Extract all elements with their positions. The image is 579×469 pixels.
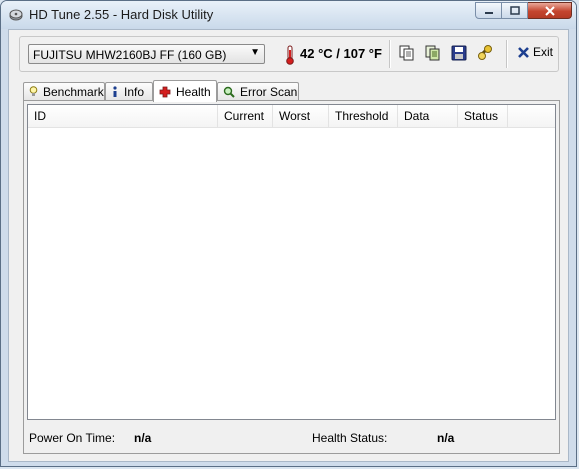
temperature-readout: 42 °C / 107 °F — [300, 46, 382, 61]
copy-icon[interactable] — [398, 44, 416, 62]
chevron-down-icon: ▼ — [250, 47, 260, 58]
magnifier-icon — [223, 86, 235, 98]
power-on-time-value: n/a — [134, 431, 152, 445]
column-header-id[interactable]: ID — [28, 105, 218, 127]
toolbar-separator — [506, 40, 508, 68]
tab-error-scan-label: Error Scan — [240, 84, 298, 99]
health-cross-icon — [159, 86, 171, 97]
tab-benchmark-label: Benchmark — [43, 84, 104, 99]
column-header-current[interactable]: Current — [218, 105, 273, 127]
minimize-button[interactable] — [475, 2, 502, 19]
exit-label: Exit — [533, 45, 554, 59]
info-icon — [113, 85, 117, 97]
tab-health-label: Health — [176, 84, 211, 99]
maximize-button[interactable] — [502, 2, 528, 19]
toolbar-separator — [389, 40, 391, 68]
exit-button[interactable]: Exit — [517, 45, 553, 59]
close-button[interactable] — [528, 2, 572, 19]
client-area: FUJITSU MHW2160BJ FF (160 GB) ▼ 42 °C / … — [8, 29, 569, 462]
tab-error-scan[interactable]: Error Scan — [217, 82, 299, 100]
minimize-icon — [484, 11, 493, 14]
power-on-time-label: Power On Time: — [29, 431, 116, 445]
app-window: HD Tune 2.55 - Hard Disk Utility FUJITSU… — [0, 0, 577, 467]
toolbar: FUJITSU MHW2160BJ FF (160 GB) ▼ 42 °C / … — [19, 36, 559, 72]
maximize-icon — [509, 6, 520, 15]
column-header-threshold[interactable]: Threshold — [329, 105, 398, 127]
exit-icon — [518, 46, 529, 58]
drive-select-value: FUJITSU MHW2160BJ FF (160 GB) — [33, 48, 227, 62]
health-status-value: n/a — [437, 431, 455, 445]
tab-health[interactable]: Health — [153, 80, 217, 102]
title-bar[interactable]: HD Tune 2.55 - Hard Disk Utility — [1, 1, 576, 29]
column-header-data[interactable]: Data — [398, 105, 458, 127]
health-status-label: Health Status: — [312, 431, 388, 445]
tab-info[interactable]: Info — [105, 82, 153, 100]
disk-app-icon — [9, 9, 23, 21]
caption-buttons — [475, 2, 572, 20]
tab-info-label: Info — [124, 84, 145, 99]
tab-benchmark[interactable]: Benchmark — [23, 82, 105, 100]
table-header: ID Current Worst Threshold Data Status — [28, 105, 555, 128]
close-icon — [544, 5, 555, 16]
save-icon[interactable] — [450, 44, 468, 62]
smart-attributes-table[interactable]: ID Current Worst Threshold Data Status — [27, 104, 556, 420]
health-tab-panel: ID Current Worst Threshold Data Status P… — [23, 100, 560, 454]
window-title: HD Tune 2.55 - Hard Disk Utility — [29, 7, 214, 22]
drive-select[interactable]: FUJITSU MHW2160BJ FF (160 GB) ▼ — [28, 44, 265, 64]
copy-all-icon[interactable] — [424, 44, 442, 62]
column-header-worst[interactable]: Worst — [273, 105, 329, 127]
thermometer-icon — [286, 45, 294, 65]
options-icon[interactable] — [476, 44, 494, 62]
column-header-status[interactable]: Status — [458, 105, 508, 127]
lightbulb-icon — [29, 85, 38, 96]
